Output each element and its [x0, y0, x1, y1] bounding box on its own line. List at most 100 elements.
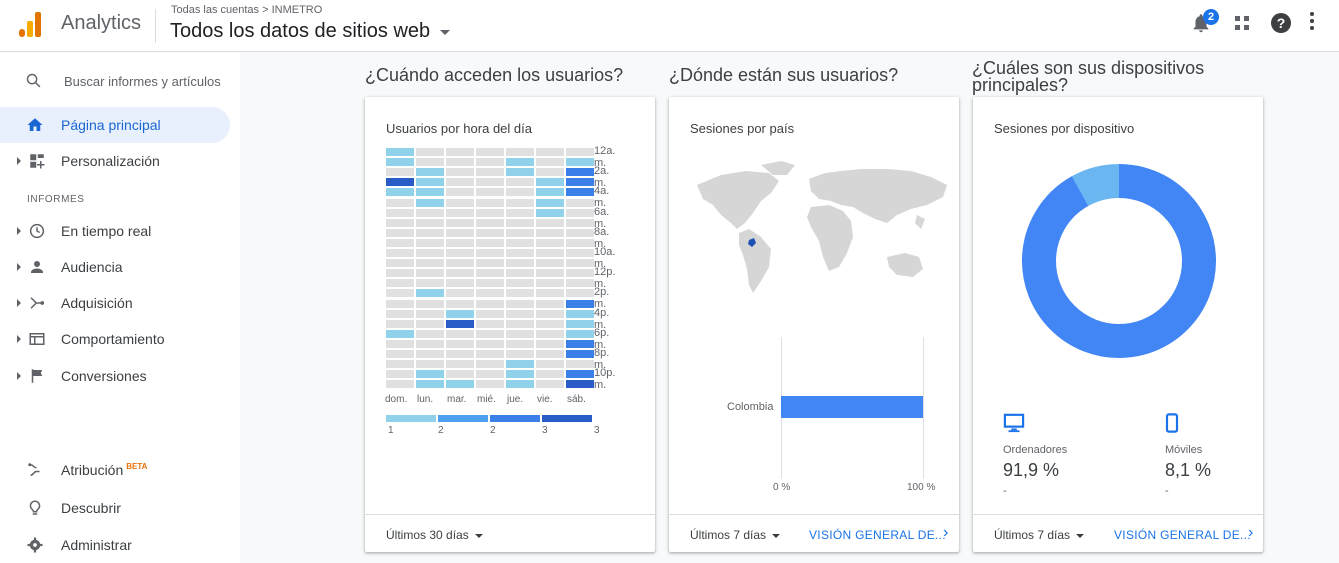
- heatmap-cell[interactable]: [446, 299, 474, 308]
- heatmap-cell[interactable]: [416, 289, 444, 298]
- heatmap-cell[interactable]: [446, 178, 474, 187]
- heatmap-cell[interactable]: [386, 329, 414, 338]
- heatmap-cell[interactable]: [476, 360, 504, 369]
- sidebar-item-audience[interactable]: Audiencia: [0, 249, 230, 285]
- heatmap-cell[interactable]: [476, 228, 504, 237]
- heatmap-cell[interactable]: [476, 370, 504, 379]
- heatmap-cell[interactable]: [506, 198, 534, 207]
- heatmap-cell[interactable]: [506, 299, 534, 308]
- heatmap-cell[interactable]: [476, 178, 504, 187]
- heatmap-cell[interactable]: [386, 168, 414, 177]
- heatmap-cell[interactable]: [446, 188, 474, 197]
- heatmap-cell[interactable]: [506, 289, 534, 298]
- heatmap-cell[interactable]: [386, 380, 414, 389]
- date-range-selector[interactable]: Últimos 7 días: [690, 528, 781, 542]
- heatmap-cell[interactable]: [476, 198, 504, 207]
- heatmap-cell[interactable]: [506, 168, 534, 177]
- heatmap-cell[interactable]: [506, 309, 534, 318]
- caret-down-icon[interactable]: [440, 30, 450, 35]
- heatmap-cell[interactable]: [536, 259, 564, 268]
- sidebar-item-realtime[interactable]: En tiempo real: [0, 213, 230, 249]
- heatmap-cell[interactable]: [416, 259, 444, 268]
- heatmap-cell[interactable]: [506, 370, 534, 379]
- heatmap-cell[interactable]: [476, 269, 504, 278]
- heatmap-cell[interactable]: [536, 188, 564, 197]
- apps-grid-icon[interactable]: [1234, 15, 1250, 31]
- heatmap-cell[interactable]: [416, 238, 444, 247]
- heatmap-cell[interactable]: [446, 238, 474, 247]
- heatmap-cell[interactable]: [386, 249, 414, 257]
- sidebar-item-discover[interactable]: Descubrir: [0, 490, 230, 526]
- heatmap-cell[interactable]: [506, 269, 534, 278]
- heatmap-cell[interactable]: [536, 279, 564, 288]
- heatmap-cell[interactable]: [536, 238, 564, 247]
- heatmap-cell[interactable]: [416, 249, 444, 257]
- help-icon[interactable]: ?: [1271, 13, 1291, 33]
- heatmap-cell[interactable]: [416, 370, 444, 379]
- overview-link[interactable]: VISIÓN GENERAL DE...: [1114, 528, 1251, 542]
- heatmap-cell[interactable]: [536, 228, 564, 237]
- heatmap-cell[interactable]: [476, 218, 504, 227]
- heatmap-cell[interactable]: [386, 238, 414, 247]
- heatmap-cell[interactable]: [536, 309, 564, 318]
- heatmap-cell[interactable]: [506, 218, 534, 227]
- heatmap-cell[interactable]: [416, 319, 444, 328]
- heatmap-cell[interactable]: [476, 238, 504, 247]
- heatmap-cell[interactable]: [566, 208, 594, 217]
- heatmap-cell[interactable]: [506, 148, 534, 156]
- heatmap-cell[interactable]: [566, 350, 594, 358]
- heatmap-cell[interactable]: [476, 158, 504, 167]
- heatmap-cell[interactable]: [446, 279, 474, 288]
- heatmap-cell[interactable]: [416, 148, 444, 156]
- heatmap-cell[interactable]: [386, 218, 414, 227]
- heatmap-cell[interactable]: [446, 350, 474, 358]
- heatmap-cell[interactable]: [446, 329, 474, 338]
- heatmap-cell[interactable]: [566, 289, 594, 298]
- heatmap-cell[interactable]: [386, 228, 414, 237]
- heatmap-cell[interactable]: [536, 329, 564, 338]
- heatmap-cell[interactable]: [416, 208, 444, 217]
- heatmap-cell[interactable]: [536, 168, 564, 177]
- sidebar-item-admin[interactable]: Administrar: [0, 527, 230, 563]
- heatmap-cell[interactable]: [476, 329, 504, 338]
- heatmap-cell[interactable]: [566, 380, 594, 389]
- heatmap-cell[interactable]: [566, 148, 594, 156]
- heatmap-cell[interactable]: [476, 188, 504, 197]
- heatmap-cell[interactable]: [416, 188, 444, 197]
- heatmap-cell[interactable]: [536, 380, 564, 389]
- heatmap-cell[interactable]: [386, 269, 414, 278]
- heatmap-cell[interactable]: [566, 319, 594, 328]
- analytics-logo-icon[interactable]: [19, 11, 43, 37]
- heatmap-cell[interactable]: [536, 370, 564, 379]
- heatmap-cell[interactable]: [536, 158, 564, 167]
- sidebar-item-behavior[interactable]: Comportamiento: [0, 321, 230, 357]
- heatmap-cell[interactable]: [566, 339, 594, 348]
- heatmap-cell[interactable]: [446, 158, 474, 167]
- heatmap-cell[interactable]: [506, 339, 534, 348]
- heatmap-cell[interactable]: [446, 289, 474, 298]
- heatmap-cell[interactable]: [476, 148, 504, 156]
- heatmap-cell[interactable]: [476, 249, 504, 257]
- heatmap-cell[interactable]: [416, 380, 444, 389]
- device-donut-chart[interactable]: [1021, 163, 1217, 359]
- heatmap-cell[interactable]: [506, 188, 534, 197]
- heatmap-cell[interactable]: [506, 228, 534, 237]
- heatmap-cell[interactable]: [566, 249, 594, 257]
- heatmap-cell[interactable]: [386, 339, 414, 348]
- heatmap-cell[interactable]: [566, 329, 594, 338]
- heatmap-cell[interactable]: [566, 188, 594, 197]
- heatmap-cell[interactable]: [506, 350, 534, 358]
- heatmap-cell[interactable]: [476, 350, 504, 358]
- heatmap-cell[interactable]: [386, 279, 414, 288]
- heatmap-cell[interactable]: [566, 238, 594, 247]
- heatmap-cell[interactable]: [476, 319, 504, 328]
- heatmap-cell[interactable]: [416, 178, 444, 187]
- heatmap-cell[interactable]: [386, 188, 414, 197]
- heatmap-cell[interactable]: [566, 178, 594, 187]
- heatmap-cell[interactable]: [566, 360, 594, 369]
- heatmap-cell[interactable]: [446, 148, 474, 156]
- heatmap-cell[interactable]: [506, 249, 534, 257]
- sidebar-item-home[interactable]: Página principal: [0, 107, 230, 143]
- heatmap-cell[interactable]: [416, 198, 444, 207]
- heatmap-cell[interactable]: [476, 339, 504, 348]
